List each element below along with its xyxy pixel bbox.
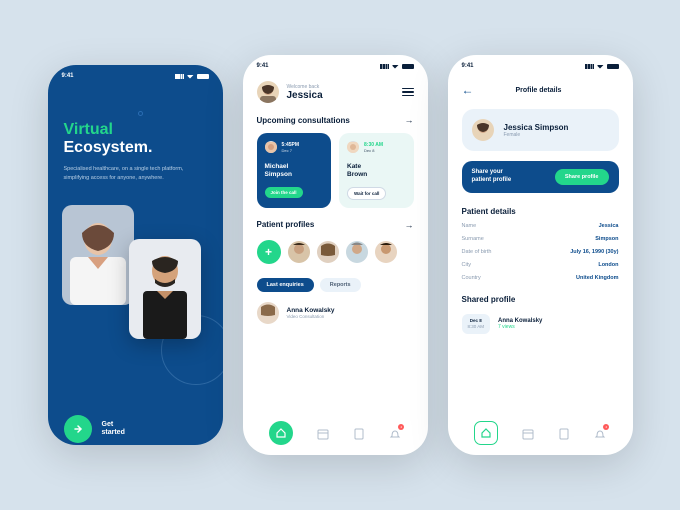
tabbar-home-icon[interactable]	[474, 421, 498, 445]
detail-label: Name	[462, 223, 477, 229]
wifi-icon	[187, 74, 194, 79]
join-call-button[interactable]: Join the call	[265, 187, 303, 198]
enquiry-item[interactable]: Anna Kowalsky Video Consultation	[257, 302, 414, 324]
person-card-2	[129, 239, 201, 339]
profile-details-screen: 9:41 ← Profile details Jessica Simpson F…	[448, 55, 633, 455]
shared-date-badge: Dec 8 8:30 AM	[462, 314, 491, 334]
enquiry-sub: Video Consultation	[287, 314, 335, 319]
detail-value: Jessica	[599, 223, 619, 229]
detail-label: Country	[462, 275, 481, 281]
profile-gender: Female	[504, 132, 569, 138]
decor-dot	[138, 111, 143, 116]
profile-avatar-3[interactable]	[346, 241, 368, 263]
page-title: Profile details	[516, 87, 562, 94]
status-bar: 9:41	[243, 55, 428, 73]
consult-date: Dec 8	[364, 148, 383, 153]
tabbar-calendar-icon[interactable]	[522, 427, 534, 439]
shared-profile-title: Shared profile	[462, 295, 619, 304]
signal-icon	[175, 74, 184, 79]
signal-icon	[585, 64, 594, 69]
menu-icon[interactable]	[402, 88, 414, 97]
back-button[interactable]: ←	[462, 83, 474, 97]
tabbar-calendar-icon[interactable]	[317, 427, 329, 439]
shared-views: 7 views	[498, 324, 542, 330]
battery-icon	[607, 64, 619, 69]
wifi-icon	[597, 64, 604, 69]
welcome-label: Welcome back	[287, 84, 323, 90]
status-bar: 9:41	[448, 55, 633, 73]
profile-avatar-4[interactable]	[375, 241, 397, 263]
status-time: 9:41	[62, 73, 74, 79]
consult-avatar	[347, 141, 359, 153]
status-time: 9:41	[257, 63, 269, 69]
username: Jessica	[287, 90, 323, 101]
status-bar: 9:41	[48, 65, 223, 83]
shared-name: Anna Kowalsky	[498, 318, 542, 324]
hero-title-1: Virtual	[64, 121, 207, 139]
detail-value: United Kingdom	[576, 275, 618, 281]
wifi-icon	[392, 64, 399, 69]
person-card-1	[62, 205, 134, 305]
detail-value: Simpson	[595, 236, 618, 242]
tab-reports[interactable]: Reports	[320, 278, 361, 292]
detail-value: London	[598, 262, 618, 268]
consult-date: Dec 7	[282, 148, 300, 153]
enquiry-avatar	[257, 302, 279, 324]
battery-icon	[402, 64, 414, 69]
consult-name: Kate Brown	[347, 163, 406, 179]
consult-name: Michael Simpson	[265, 163, 324, 179]
notification-badge: 2	[603, 424, 609, 430]
get-started-button[interactable]: Get started	[64, 415, 125, 443]
section-consultations: Upcoming consultations	[257, 116, 350, 125]
arrow-icon[interactable]: →	[405, 220, 414, 230]
status-time: 9:41	[462, 63, 474, 69]
signal-icon	[380, 64, 389, 69]
add-profile-button[interactable]: +	[257, 240, 281, 264]
consultation-card-1[interactable]: 5:45PM Dec 7 Michael Simpson Join the ca…	[257, 133, 332, 208]
shared-profile-item[interactable]: Dec 8 8:30 AM Anna Kowalsky 7 views	[462, 314, 619, 334]
profile-avatar-1[interactable]	[288, 241, 310, 263]
consult-avatar	[265, 141, 277, 153]
hero-subtitle: Specialised healthcare, on a single tech…	[64, 165, 207, 183]
tabbar-files-icon[interactable]	[558, 427, 570, 439]
profile-name: Jessica Simpson	[504, 123, 569, 132]
consultation-card-2[interactable]: 8:30 AM Dec 8 Kate Brown Wait for call	[339, 133, 414, 208]
patient-details-title: Patient details	[462, 207, 619, 216]
detail-label: Date of birth	[462, 249, 492, 255]
wait-call-button[interactable]: Wait for call	[347, 187, 386, 200]
tabbar-files-icon[interactable]	[353, 427, 365, 439]
tabbar-bell-icon[interactable]: 2	[594, 427, 606, 439]
detail-label: City	[462, 262, 471, 268]
profile-card: Jessica Simpson Female	[462, 109, 619, 151]
onboarding-screen: 9:41 Virtual Ecosystem. Specialised heal…	[48, 65, 223, 445]
hero-title-2: Ecosystem.	[64, 139, 207, 157]
get-started-label: Get started	[102, 421, 125, 438]
tabbar-home-icon[interactable]	[269, 421, 293, 445]
share-bar: Share your patient profile Share profile	[462, 161, 619, 193]
detail-label: Surname	[462, 236, 484, 242]
detail-value: July 16, 1990 (30y)	[570, 249, 618, 255]
share-label: Share your patient profile	[472, 169, 512, 185]
section-profiles: Patient profiles	[257, 220, 315, 229]
share-button[interactable]: Share profile	[555, 169, 609, 185]
enquiry-name: Anna Kowalsky	[287, 307, 335, 314]
tabbar-bell-icon[interactable]: 2	[389, 427, 401, 439]
user-avatar[interactable]	[257, 81, 279, 103]
arrow-icon[interactable]: →	[405, 115, 414, 125]
profile-avatar-2[interactable]	[317, 241, 339, 263]
tab-enquiries[interactable]: Last enquiries	[257, 278, 314, 292]
notification-badge: 2	[398, 424, 404, 430]
battery-icon	[197, 74, 209, 79]
profile-avatar	[472, 119, 494, 141]
home-screen: 9:41 Welcome back Jessica Upcoming consu…	[243, 55, 428, 455]
